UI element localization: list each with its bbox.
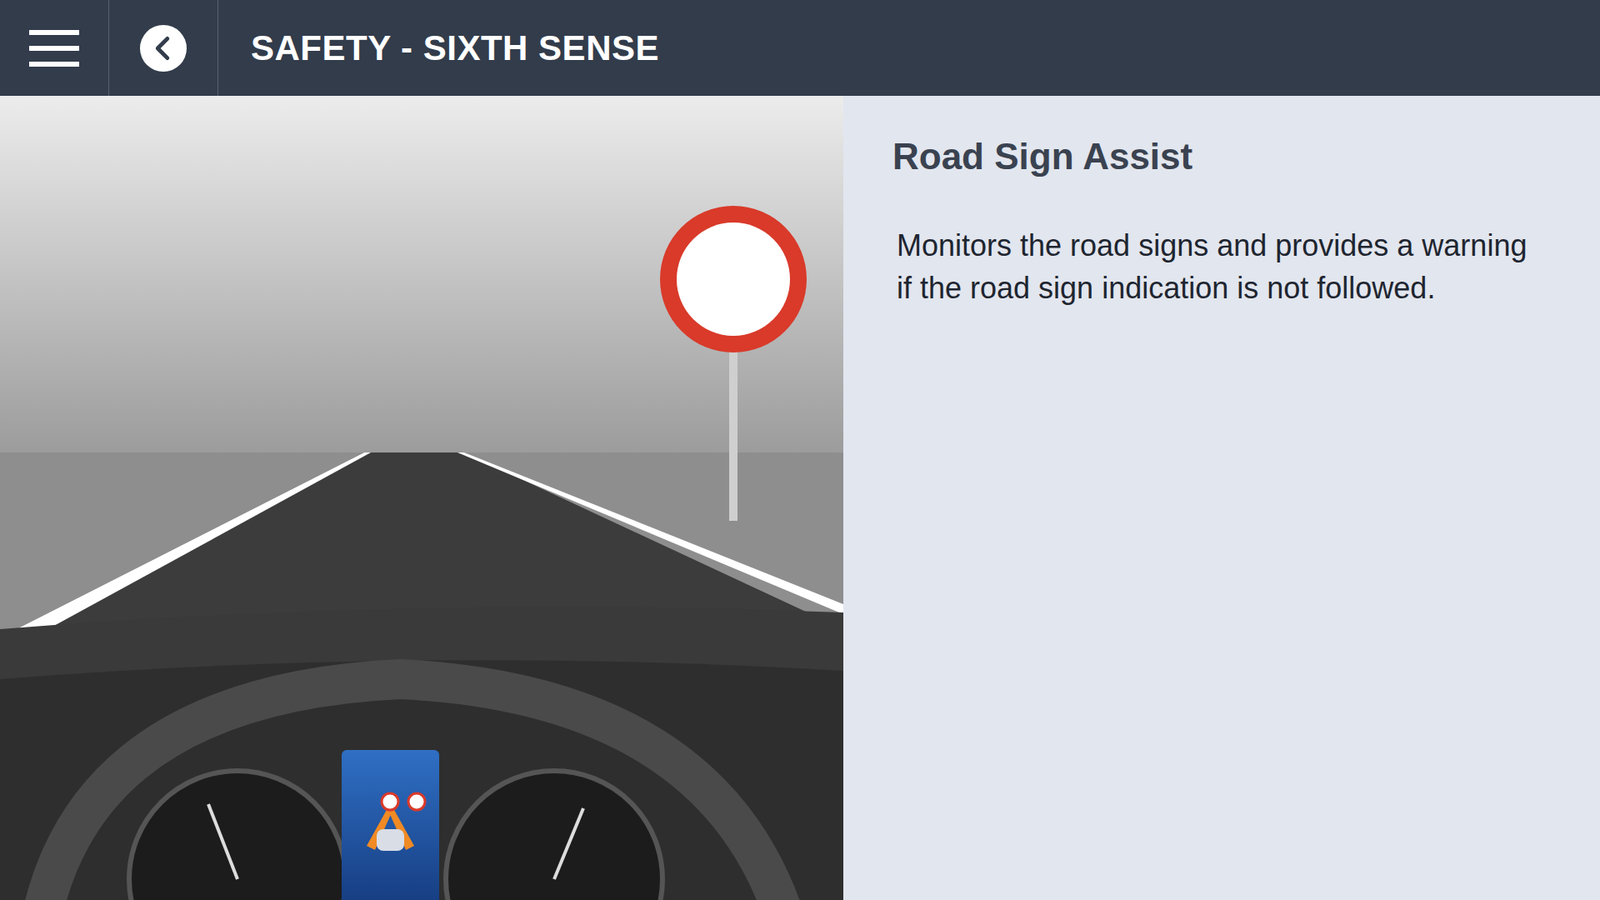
back-arrow-icon <box>139 24 188 73</box>
feature-description: Monitors the road signs and provides a w… <box>896 224 1547 310</box>
back-button[interactable] <box>109 0 219 96</box>
page-title: SAFETY - SIXTH SENSE <box>218 0 660 96</box>
hamburger-icon <box>29 28 80 69</box>
feature-title: Road Sign Assist <box>892 135 1550 178</box>
info-panel: Road Sign Assist Monitors the road signs… <box>843 95 1600 900</box>
content: Road Sign Assist Monitors the road signs… <box>0 95 1600 900</box>
road-scene-illustration <box>0 95 844 900</box>
illustration <box>0 95 844 900</box>
menu-button[interactable] <box>0 0 110 96</box>
top-bar: SAFETY - SIXTH SENSE <box>0 0 1600 96</box>
app-screen: SAFETY - SIXTH SENSE Road Sign Assist Mo… <box>0 0 1600 900</box>
